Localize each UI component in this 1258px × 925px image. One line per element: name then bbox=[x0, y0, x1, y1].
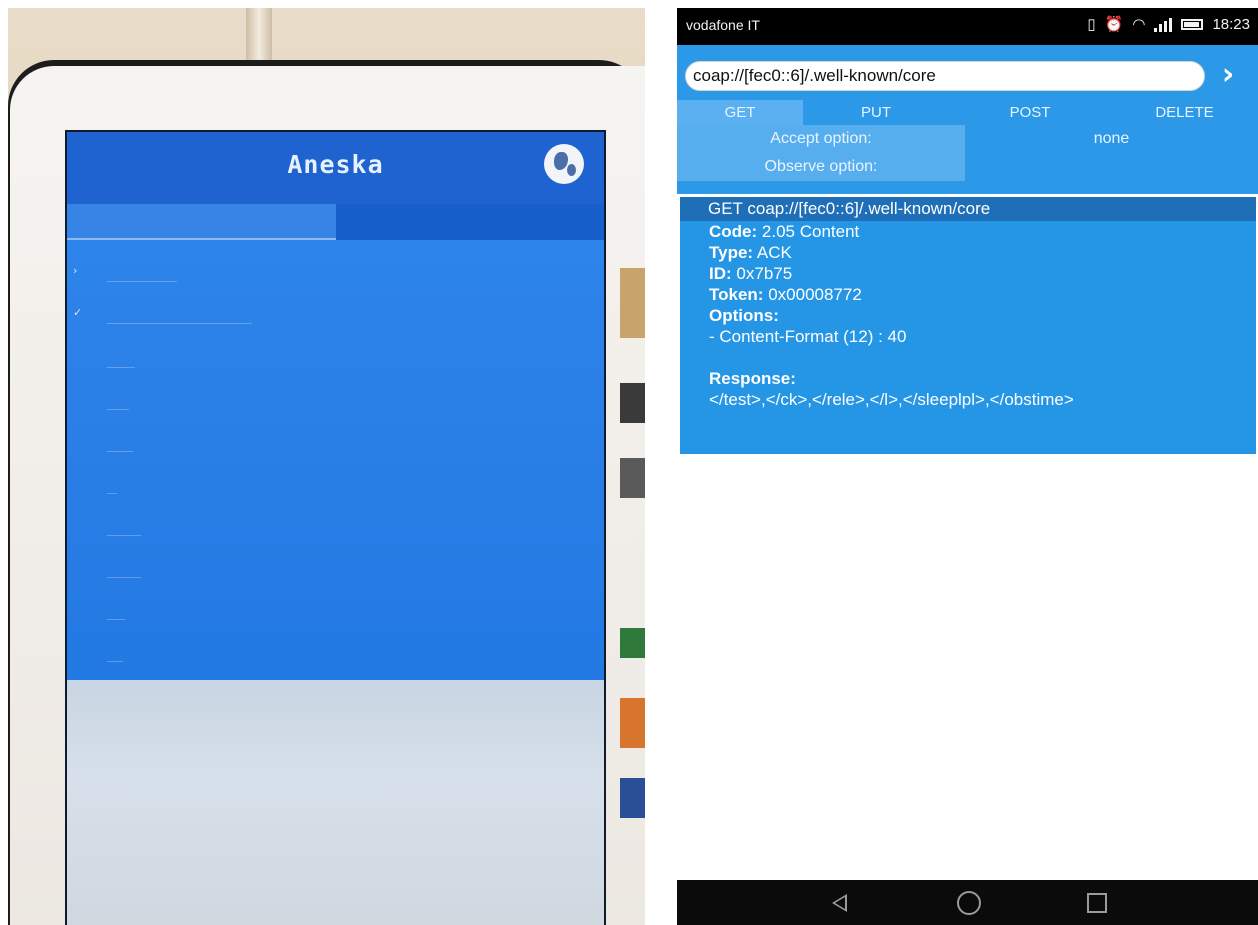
list-item bbox=[107, 270, 177, 282]
vibrate-icon: ▯ bbox=[1087, 16, 1096, 33]
id-label: ID: bbox=[709, 264, 732, 283]
navigation-bar bbox=[677, 880, 1258, 925]
code-value: 2.05 Content bbox=[761, 222, 860, 241]
tablet-app-title: Aneska bbox=[287, 150, 384, 179]
tablet-tab-first bbox=[67, 204, 336, 240]
home-icon[interactable] bbox=[954, 888, 984, 918]
list-item bbox=[107, 398, 129, 410]
recents-icon[interactable] bbox=[1083, 888, 1113, 918]
response-panel: GET coap://[fec0::6]/.well-known/core Co… bbox=[680, 197, 1256, 454]
token-value: 0x00008772 bbox=[768, 285, 862, 304]
list-item bbox=[107, 608, 125, 620]
response-token: Token: 0x00008772 bbox=[709, 284, 1256, 305]
observe-option-label: Observe option: bbox=[677, 153, 965, 181]
options-label: Options: bbox=[709, 306, 779, 325]
list-item bbox=[107, 482, 117, 494]
sticker bbox=[620, 628, 645, 658]
response-label: Response: bbox=[709, 369, 796, 388]
globe-icon bbox=[544, 144, 584, 184]
list-item bbox=[107, 356, 135, 368]
accept-option-label: Accept option: bbox=[677, 125, 965, 153]
check-icon: ✓ bbox=[73, 306, 83, 319]
carrier-label: vodafone IT bbox=[686, 17, 760, 33]
status-icons: ▯ ⏰ ◠ 18:23 bbox=[1087, 16, 1250, 33]
composite-screenshot: Aneska › ✓ vodafone IT ▯ ⏰ ◠ 18:23 coap:… bbox=[0, 0, 1258, 925]
code-label: Code: bbox=[709, 222, 758, 241]
url-input[interactable] bbox=[685, 61, 1205, 91]
status-bar: vodafone IT ▯ ⏰ ◠ 18:23 bbox=[677, 8, 1258, 45]
response-request-line: GET coap://[fec0::6]/.well-known/core bbox=[680, 197, 1256, 221]
tablet-tab-second bbox=[335, 204, 604, 240]
type-label: Type: bbox=[709, 243, 754, 262]
tab-delete[interactable]: DELETE bbox=[1111, 100, 1258, 125]
observe-option-row: Observe option: bbox=[677, 153, 1258, 181]
tablet-app-header: Aneska bbox=[67, 132, 604, 204]
tab-get[interactable]: GET bbox=[677, 100, 803, 125]
alarm-icon: ⏰ bbox=[1104, 16, 1124, 33]
tablet-photo: Aneska › ✓ bbox=[8, 8, 645, 925]
type-value: ACK bbox=[756, 243, 792, 262]
tablet-tabs bbox=[67, 204, 604, 240]
tablet-side-decorations bbox=[606, 158, 645, 925]
option-content-format: - Content-Format (12) : 40 bbox=[709, 327, 907, 346]
tab-post[interactable]: POST bbox=[949, 100, 1111, 125]
tablet-screen-lower-area bbox=[67, 680, 604, 925]
clock: 18:23 bbox=[1212, 16, 1250, 33]
phone-screen: vodafone IT ▯ ⏰ ◠ 18:23 › GET PUT POST bbox=[677, 8, 1258, 925]
response-id: ID: 0x7b75 bbox=[709, 263, 1256, 284]
tablet-list: › ✓ bbox=[67, 240, 604, 680]
accept-option-value[interactable]: none bbox=[965, 125, 1258, 153]
wifi-icon: ◠ bbox=[1132, 16, 1146, 33]
response-payload: </test>,</ck>,</rele>,</l>,</sleeplpl>,<… bbox=[709, 390, 1074, 409]
sticker bbox=[620, 778, 645, 818]
back-icon[interactable] bbox=[828, 888, 858, 918]
request-panel: › GET PUT POST DELETE Accept option: non… bbox=[677, 45, 1258, 194]
response-label-line: Response: bbox=[709, 368, 1256, 389]
response-code: Code: 2.05 Content bbox=[709, 221, 1256, 242]
list-item bbox=[107, 650, 123, 662]
observe-option-toggle[interactable] bbox=[965, 153, 1258, 181]
sticker bbox=[620, 268, 645, 338]
list-item bbox=[107, 524, 141, 536]
go-button[interactable]: › bbox=[1213, 60, 1243, 91]
url-row: › bbox=[685, 60, 1245, 93]
id-value: 0x7b75 bbox=[736, 264, 793, 283]
signal-icon bbox=[1154, 17, 1173, 32]
sticker bbox=[620, 698, 645, 748]
response-type: Type: ACK bbox=[709, 242, 1256, 263]
sticker bbox=[620, 383, 645, 423]
method-tabs: GET PUT POST DELETE bbox=[677, 100, 1258, 125]
tab-put[interactable]: PUT bbox=[803, 100, 949, 125]
response-body: Code: 2.05 Content Type: ACK ID: 0x7b75 … bbox=[680, 221, 1256, 410]
chevron-right-icon: › bbox=[73, 264, 78, 277]
battery-icon bbox=[1181, 19, 1204, 30]
sticker bbox=[620, 458, 645, 498]
list-item bbox=[107, 312, 252, 324]
list-item bbox=[107, 440, 133, 452]
response-options: Options: bbox=[709, 305, 1256, 326]
tablet-screen: Aneska › ✓ bbox=[65, 130, 606, 925]
accept-option-row: Accept option: none bbox=[677, 125, 1258, 153]
list-item bbox=[107, 566, 141, 578]
token-label: Token: bbox=[709, 285, 764, 304]
